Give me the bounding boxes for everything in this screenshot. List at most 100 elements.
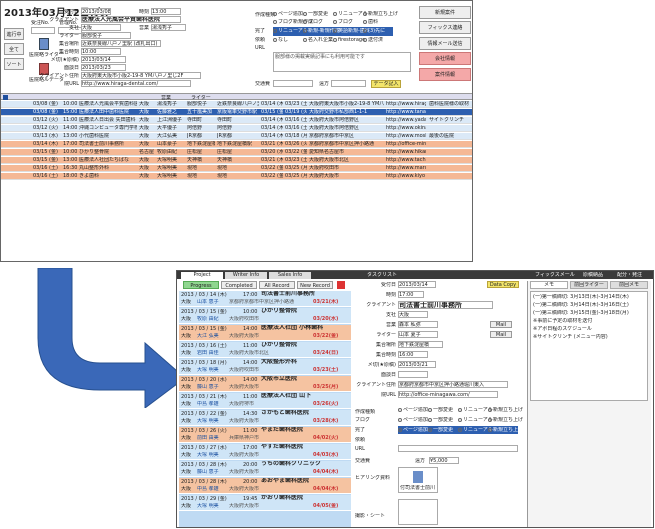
fix-contact-button[interactable]: フィックス連絡 [419,21,471,34]
detail-input[interactable]: 16:00 [398,351,428,358]
company-info-button[interactable]: 会社情報 [419,52,471,65]
type-option[interactable]: 名入れ企業 [303,37,333,43]
type-option[interactable]: 一部変更 [303,11,328,17]
list-item[interactable]: 2013 / 03 / 22 (金) 14:30 さかもと歯科医院 大阪 大塚 明美 大阪… [179,410,351,426]
photo-sheet-box[interactable] [398,499,438,525]
type-option[interactable]: なし [273,37,288,43]
sort-button[interactable]: ソート [4,58,24,70]
tab-prev-writer[interactable]: 前回ライター [570,281,608,289]
detail-type-option[interactable]: 一部変更 [428,427,453,433]
type-option[interactable]: 歯科 [363,19,378,25]
in-progress-button[interactable]: 進行中 [4,28,24,40]
grid-row[interactable]: 03/12 (火) 14:00 沖縄コンピュータ専門学校 大阪 大平優子 阿倍野 阿倍野 03… [1,125,472,132]
memo-textarea[interactable]: (一)第一稿締切: 3月13日(木)-3月14日(木) (一)第二稿締切: 3月1… [530,291,648,401]
info-mail-button[interactable]: 情報メール送信 [419,37,471,50]
list-item[interactable]: 2013 / 03 / 29 (金) 19:45 かおり歯科医院 大阪 大塚 明美 大阪府… [179,495,351,511]
url-input[interactable] [398,445,518,452]
field-input[interactable]: 10:00 [81,48,121,55]
detail-type-option[interactable]: 一部変更 [428,417,453,423]
list-item[interactable]: 2013 / 03 / 18 (月) 14:00 大阪整形外科 大阪 大塚 明美 大阪府吹… [179,359,351,375]
field-input[interactable]: 湯浅秀子 [151,24,186,31]
detail-type-option[interactable]: ページ追加 [398,427,428,433]
detail-input[interactable]: http://office-minagawa.com/ [398,391,498,398]
grid-row[interactable]: 03/15 (金) 10:00 ひかり整骨院 名古屋 牧原由紀 庄松屋 庄松屋 03/20 (… [1,149,472,156]
field-input[interactable]: 近鉄奈良線八戸ノ里駅 (改札出口) [81,40,161,47]
tab-fix-mail[interactable]: フィックスメール [535,272,575,278]
grid-row[interactable]: 03/12 (火) 11:00 医療法人日出会 矢田歯科 大阪 上江洲優子 寺田町 寺田町 0… [1,117,472,124]
mail-button-writer[interactable]: Mail [490,331,512,338]
filter-all-record[interactable]: All Record [259,281,295,289]
filter-new-record[interactable]: New Record [297,281,333,289]
detail-type-option[interactable]: 新規立ち上げ [488,427,523,433]
tab-order[interactable]: 配分・発注 [617,272,642,278]
detail-input[interactable]: 2013/03/14 [398,281,436,288]
new-case-button[interactable]: 新規案件 [419,6,471,19]
grid-row[interactable]: 03/14 (木) 17:00司法書士前川事務所 大阪 山本豪子 地下鉄淀屋橋駅地下鉄淀… [1,141,472,148]
list-item[interactable]: 2013 / 03 / 16 (土) 11:00 ひかり整骨院 大阪 岩田 由佳 大阪府大… [179,342,351,358]
list-item[interactable]: 2013 / 03 / 21 (木) 11:00 医療法人社団 山下 大阪 中島 孝雄 大… [179,393,351,409]
list-item[interactable]: 2013 / 03 / 15 (金) 10:00 ひかり整骨院 大阪 牧原 由紀 大阪府吹… [179,308,351,324]
type-option[interactable]: 新規立ち上げ [363,11,398,17]
tab-sales-info[interactable]: Sales Info [269,272,311,279]
detail-input[interactable]: 地下鉄淀屋橋 [398,341,443,348]
list-item[interactable]: 2013 / 03 / 28 (木) 20:00 うちの歯科クリニック 大阪 藤山 恵子… [179,461,351,477]
detail-input[interactable]: 山本 夏子 [398,331,438,338]
field-input[interactable]: http://www.hiraga-dental.com/ [81,80,191,87]
detail-input[interactable]: 森本 私弥 [398,321,438,328]
hearing-file-box[interactable]: 付司法書士前川 [398,467,438,493]
type-option[interactable]: firestorage [333,37,365,43]
detail-input[interactable]: 2013/03/21 [398,361,436,368]
type-option[interactable]: ブログ [303,19,323,25]
mail-button-sales[interactable]: Mail [490,321,512,328]
grid-select-icon[interactable] [3,95,8,100]
list-item[interactable]: 2013 / 03 / 20 (水) 14:00 大阪市立医院 大阪 藤山 恵子 大阪府大… [179,376,351,392]
field-input[interactable]: 13:00 [151,8,181,15]
filter-completed[interactable]: Completed [221,281,257,289]
tab-memo[interactable]: メモ [530,281,568,289]
far-input[interactable] [331,80,366,87]
detail-type-option[interactable]: 一部変更 [428,407,453,413]
detail-type-option[interactable]: ページ追加 [398,417,428,423]
detail-input[interactable]: 17:00 [398,291,424,298]
list-item[interactable]: 2013 / 03 / 15 (金) 14:00 医療法人社団 小林歯科 大阪 大江 弘… [179,325,351,341]
filter-progress[interactable]: Progress [183,281,219,289]
tab-delivery[interactable]: 原稿納品 [583,272,603,278]
detail-input[interactable] [398,371,428,378]
data-entry-button[interactable]: データ記入 [371,80,401,88]
tab-project[interactable]: Project [181,272,223,279]
list-item[interactable]: 2013 / 03 / 28 (木) 20:00 あおやま歯科医院 大阪 中島 孝雄 大阪… [179,478,351,494]
grid-row[interactable]: 03/15 (金) 13:00 医療法人社団たちばな 大阪 大塚明美 天神橋 天神橋 03/2… [1,157,472,164]
case-info-button[interactable]: 案件情報 [419,68,471,81]
grid-row[interactable]: 03/16 (土) 16:30丸山整形外科 大阪 大塚明美 現地 現地 03/22 (金)0… [1,165,472,172]
field-input[interactable]: 2013/03/14 [81,56,126,63]
transport-input[interactable] [273,80,313,87]
grid-row[interactable]: 03/08 (金) 15:00 医療法人田中歯科医院 大阪 佐藤雅之 五十嵐美加 京阪電車交… [1,109,472,116]
detail-input[interactable]: 大阪 [398,311,428,318]
detail-type-option[interactable]: 新規立ち上げ [488,417,523,423]
list-item[interactable]: 2013 / 03 / 26 (火) 11:00 やまだ歯科医院 大阪 前田 由美 兵庫県… [179,427,351,443]
grid-row[interactable]: 03/08 (金) 10:00医療法人光風会平賀歯科医院大阪 湯浅秀子 服部悦子 近鉄奈… [1,101,472,108]
tab-writer-info[interactable]: Writer Info [225,272,267,279]
field-input[interactable]: 2013/03/23 [81,64,126,71]
field-input[interactable]: 服部悦子 [81,32,131,39]
data-copy-button[interactable]: Data Copy [487,281,519,288]
detail-type-option[interactable]: ページ追加 [398,407,428,413]
field-input[interactable]: 大阪府東大阪市小阪2-19-8 YM八戸ノ里じ2F [81,72,201,79]
amount-input[interactable]: ¥5,000 [429,457,459,464]
all-button[interactable]: 全て [4,43,24,55]
list-item[interactable]: 2013 / 03 / 14 (木) 17:00 司法書士前川事務所 大阪 山本 恵子 京… [179,291,351,307]
detail-input[interactable]: 京都府京都市中京区押小路通堀川東入 [398,381,508,388]
grid-row[interactable]: 03/13 (水) 13:00 小代歯科医院 大阪 大江弘美 JR京都 JR京都 03/14 … [1,133,472,140]
type-option[interactable]: (3)先に [363,28,385,34]
list-item[interactable]: 2013 / 03 / 27 (水) 17:00 やすだ歯科医院 大阪 大塚 明美 大阪府… [179,444,351,460]
type-option[interactable]: ブログ [333,19,353,25]
grid-row[interactable]: 03/16 (土) 18:00きよ歯科 大阪 大塚明美 現地 現地 03/22 (金)03/… [1,173,472,180]
detail-input[interactable]: 司法書士前川事務所 [398,301,493,309]
detail-type-option[interactable]: 新規立ち上げ [488,407,523,413]
delete-icon[interactable] [337,281,345,289]
field-input[interactable]: 医療法人光風会平賀歯科医院 [81,16,181,23]
notes-area[interactable]: 服部様の掲載実績記事にも利用可能です [273,52,411,72]
tab-prev-memo[interactable]: 前回メモ [610,281,648,289]
type-option[interactable]: ページ追加 [273,11,303,17]
type-option[interactable]: 送付済 [363,37,383,43]
